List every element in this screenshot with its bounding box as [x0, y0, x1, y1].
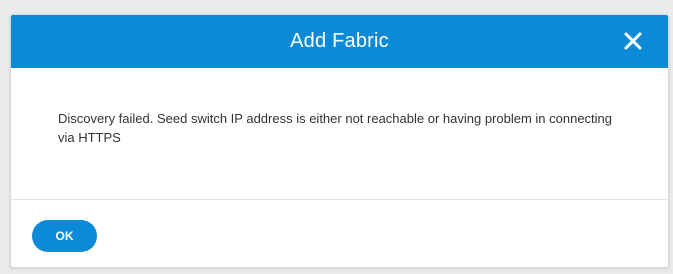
ok-button[interactable]: OK: [32, 220, 97, 252]
add-fabric-dialog: Add Fabric Discovery failed. Seed switch…: [10, 14, 669, 268]
dialog-title: Add Fabric: [290, 30, 389, 52]
error-message: Discovery failed. Seed switch IP address…: [58, 111, 613, 145]
dialog-header: Add Fabric: [11, 15, 668, 68]
close-icon[interactable]: [622, 30, 644, 52]
footer-divider: [11, 199, 668, 200]
